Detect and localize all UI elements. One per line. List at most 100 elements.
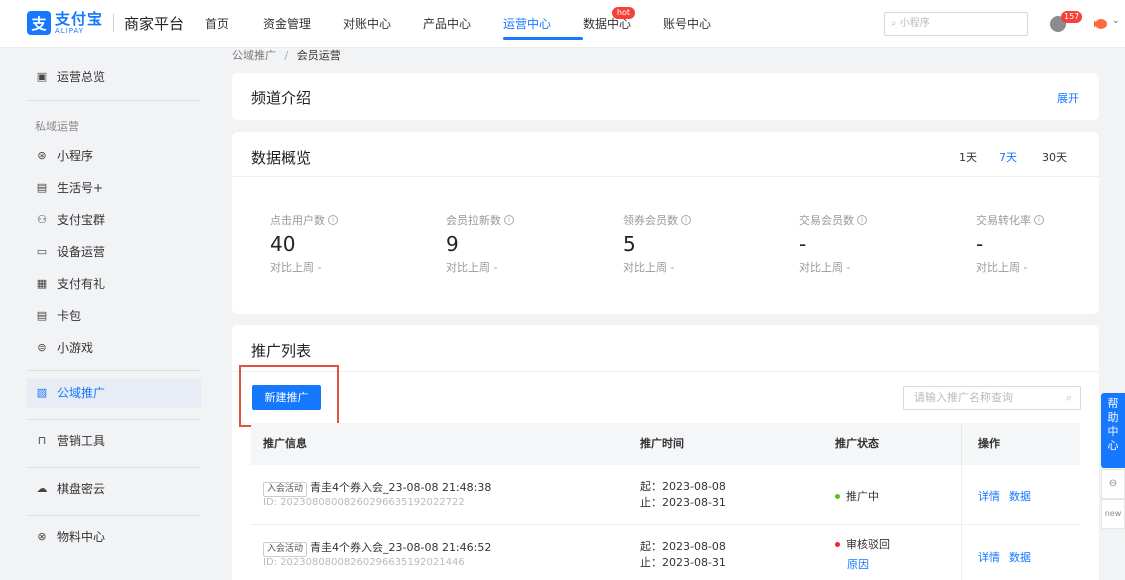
card-divider [232,176,1099,177]
search-icon[interactable]: ⌕ [1066,387,1072,409]
expand-link[interactable]: 展开 [1057,90,1079,106]
info-icon[interactable]: i [1034,215,1044,225]
column-divider [961,423,962,465]
breadcrumb-parent[interactable]: 公域推广 [232,49,276,62]
nav-reconciliation[interactable]: 对账中心 [343,0,423,48]
sidebar-divider [27,419,201,420]
status-text: 审核驳回 [846,538,890,551]
sidebar-item-cloud[interactable]: ☁ 棋盘密云 [27,474,201,504]
metric-label-text: 领券会员数 [623,214,678,227]
range-7d[interactable]: 7天 [999,149,1017,165]
promo-start: 起：2023-08-08 [640,480,726,493]
range-30d[interactable]: 30天 [1042,149,1067,165]
detail-link[interactable]: 详情 [978,549,1000,565]
reject-reason-link[interactable]: 原因 [847,556,869,572]
metric-label: 点击用户数 i [270,212,430,228]
promo-list-title: 推广列表 [251,342,312,360]
alipay-logo[interactable]: 支 支付宝 ALIPAY 商家平台 [27,11,184,35]
channel-intro-title: 频道介绍 [251,89,312,107]
metric-coupon-members: 领券会员数 i 5 对比上周 - [623,212,783,275]
hot-badge: hot [611,7,635,19]
col-promo-info: 推广信息 [263,437,307,450]
nav-account[interactable]: 账号中心 [663,0,743,48]
nav-operations[interactable]: 运营中心 [503,0,583,48]
promo-id: ID: 20230808008260296635192022722 [263,497,465,508]
sidebar-divider [27,100,201,101]
table-row: 入会活动 青圭4个券入会_23-08-08 21:46:52 ID: 202308… [251,525,1080,580]
nav-products[interactable]: 产品中心 [423,0,503,48]
nav-home[interactable]: 首页 [205,0,263,48]
col-actions: 操作 [978,437,1000,450]
sidebar-item-minigame[interactable]: ⊜ 小游戏 [27,333,201,363]
promo-name: 入会活动 青圭4个券入会_23-08-08 21:46:52 [263,539,491,557]
new-feature-button[interactable]: new [1101,499,1125,529]
info-icon[interactable]: i [504,215,514,225]
info-icon[interactable]: i [681,215,691,225]
promo-tag: 入会活动 [263,482,308,497]
sidebar-item-miniprogram[interactable]: ⊛ 小程序 [27,141,201,171]
feedback-icon[interactable]: ⊖ [1101,469,1125,499]
detail-link[interactable]: 详情 [978,488,1000,504]
sidebar-item-label: 公域推广 [57,386,106,400]
column-divider [961,465,962,525]
main-nav: 首页 资金管理 对账中心 产品中心 运营中心 数据中心 hot 账号中心 [205,0,743,48]
sidebar-group-label: 私域运营 [35,120,79,133]
logo-en-text: ALIPAY [55,26,85,35]
metric-value: 40 [270,232,296,256]
box-icon: ⊗ [37,530,47,543]
metric-compare: 对比上周 - [270,261,322,274]
new-promo-button[interactable]: 新建推广 [252,385,321,410]
status-badge: 审核驳回 [835,536,890,552]
sidebar-item-label: 设备运营 [57,245,106,259]
chevron-down-icon[interactable]: ⌄ [1112,16,1120,26]
col-promo-status: 推广状态 [835,437,879,450]
table-row: 入会活动 青圭4个券入会_23-08-08 21:48:38 ID: 202308… [251,465,1080,525]
sidebar-item-materials[interactable]: ⊗ 物料中心 [27,522,201,552]
sidebar-item-devices[interactable]: ▭ 设备运营 [27,237,201,267]
gamepad-icon: ⊜ [37,341,47,354]
group-icon: ⚇ [37,213,47,226]
sidebar-item-group-chat[interactable]: ⚇ 支付宝群 [27,205,201,235]
metric-label-text: 点击用户数 [270,214,325,227]
metric-compare: 对比上周 - [623,261,675,274]
top-bar: 支 支付宝 ALIPAY 商家平台 首页 资金管理 对账中心 产品中心 运营中心… [0,0,1125,48]
sidebar-item-overview[interactable]: ▣ 运营总览 [27,62,201,92]
column-divider [961,525,962,580]
cloud-icon: ☁ [36,482,48,495]
notification-badge: 157 [1061,11,1083,23]
breadcrumb-separator: / [284,49,289,62]
sidebar-item-label: 营销工具 [57,434,106,448]
sidebar-item-pay-gift[interactable]: ▦ 支付有礼 [27,269,201,299]
avatar-icon[interactable] [1093,17,1109,31]
range-1d[interactable]: 1天 [959,149,977,165]
nav-data[interactable]: 数据中心 hot [583,0,663,48]
nav-funds[interactable]: 资金管理 [263,0,343,48]
metric-conversion-rate: 交易转化率 i - 对比上周 - [976,212,1086,275]
promo-search-input[interactable]: 请输入推广名称查询 ⌕ [903,386,1081,410]
metric-trade-members: 交易会员数 i - 对比上周 - [799,212,959,275]
info-icon[interactable]: i [857,215,867,225]
top-search-input[interactable]: ⌕ 小程序 [884,12,1028,36]
sidebar-item-lifestyle[interactable]: ▤ 生活号+ [27,173,201,203]
sidebar-item-label: 支付宝群 [57,213,106,227]
data-link[interactable]: 数据 [1009,488,1031,504]
sidebar-item-public-promo[interactable]: ▧ 公域推广 [27,378,201,408]
promo-list-card: 推广列表 新建推广 请输入推广名称查询 ⌕ 推广信息 推广时间 推广状态 操作 … [232,325,1099,580]
promo-end: 止：2023-08-31 [640,496,726,509]
nav-data-label: 数据中心 [583,17,632,31]
status-text: 推广中 [846,490,879,503]
metric-value: - [976,232,984,256]
sidebar-item-label: 小程序 [57,149,94,163]
sidebar-item-marketing-tools[interactable]: ⊓ 营销工具 [27,426,201,456]
data-link[interactable]: 数据 [1009,549,1031,565]
help-center-button[interactable]: 帮助中心 [1101,393,1125,468]
promo-name-text: 青圭4个券入会_23-08-08 21:46:52 [310,541,492,554]
sidebar-item-card-pack[interactable]: ▤ 卡包 [27,301,201,331]
promo-search-placeholder: 请输入推广名称查询 [914,391,1013,404]
miniprogram-icon: ⊛ [37,149,47,162]
sidebar-item-label: 小游戏 [57,341,94,355]
data-overview-card: 数据概览 1天 7天 30天 点击用户数 i 40 对比上周 - 会员拉新数 i 9… [232,132,1099,314]
metric-compare: 对比上周 - [446,261,498,274]
info-icon[interactable]: i [328,215,338,225]
gift-icon: ⊓ [37,434,47,447]
